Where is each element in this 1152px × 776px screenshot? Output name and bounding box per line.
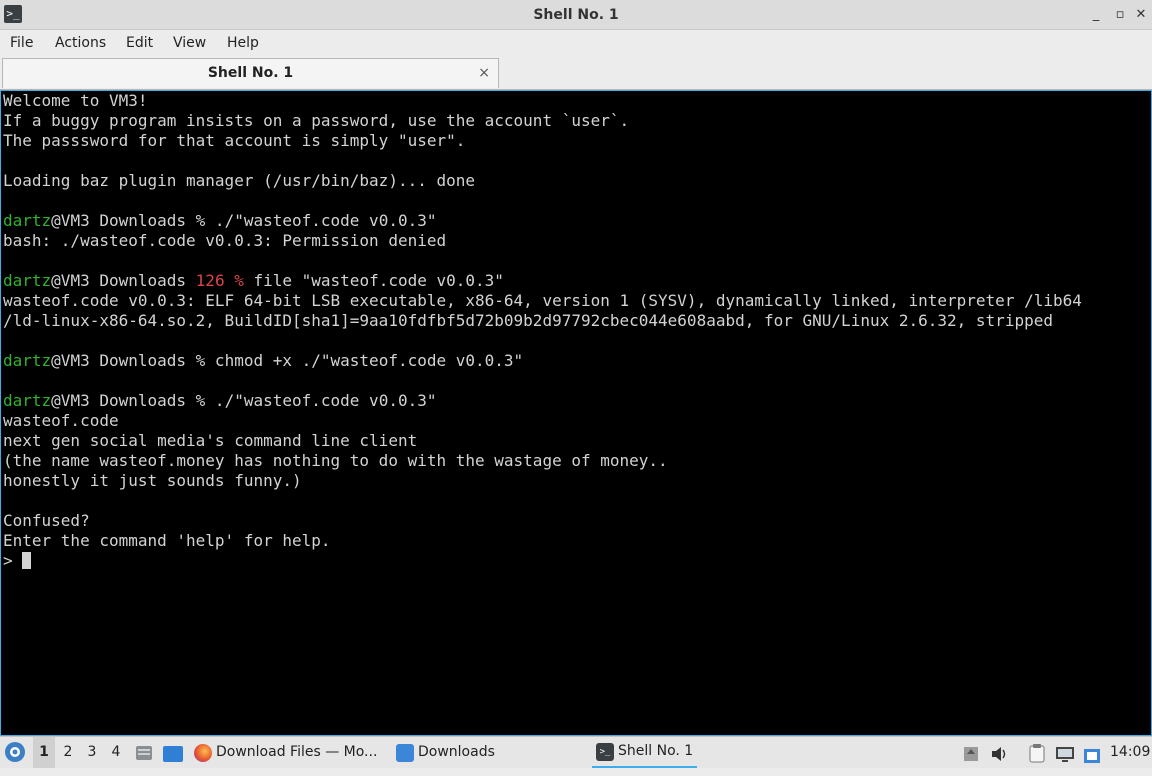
exit-code: 126 % (195, 271, 244, 290)
clipboard-icon[interactable] (1028, 743, 1046, 763)
terminal-line: wasteof.code v0.0.3: ELF 64-bit LSB exec… (1, 291, 1151, 311)
task-downloads[interactable]: Downloads (396, 737, 495, 768)
task-shell-label: Shell No. 1 (618, 743, 694, 759)
task-downloads-label: Downloads (418, 744, 495, 760)
menu-actions[interactable]: Actions (55, 30, 106, 56)
terminal-line: Confused? (1, 511, 1151, 531)
terminal-text: file "wasteof.code v0.0.3" (243, 271, 504, 290)
task-firefox-label: Download Files — Mo... (216, 744, 378, 760)
workspace-1[interactable]: 1 (33, 737, 55, 768)
volume-icon[interactable] (990, 744, 1010, 762)
terminal-line: If a buggy program insists on a password… (1, 111, 1151, 131)
menu-view[interactable]: View (173, 30, 206, 56)
terminal-line: dartz@VM3 Downloads % ./"wasteof.code v0… (1, 211, 1151, 231)
terminal-line: The passsword for that account is simply… (1, 131, 1151, 151)
terminal-line: Loading baz plugin manager (/usr/bin/baz… (1, 171, 1151, 191)
folder-icon (396, 743, 414, 762)
firefox-icon (194, 743, 212, 762)
prompt-user: dartz (3, 211, 52, 230)
minimize-button[interactable]: _ (1086, 5, 1106, 25)
terminal-line: next gen social media's command line cli… (1, 431, 1151, 451)
window-title: Shell No. 1 (533, 7, 619, 23)
menu-help[interactable]: Help (227, 30, 259, 56)
terminal-line: honestly it just sounds funny.) (1, 471, 1151, 491)
terminal-text: Loading baz plugin manager (/usr/bin/baz… (3, 171, 476, 190)
terminal-text: Confused? (3, 511, 90, 530)
taskbar: 1 2 3 4 Download Files — Mo... Downloads… (0, 736, 1152, 768)
window-titlebar[interactable]: >_ Shell No. 1 _ ▫ ✕ (0, 0, 1152, 30)
close-button[interactable]: ✕ (1131, 5, 1151, 25)
terminal-icon: >_ (596, 742, 614, 761)
menu-edit[interactable]: Edit (126, 30, 153, 56)
terminal-line: /ld-linux-x86-64.so.2, BuildID[sha1]=9aa… (1, 311, 1151, 331)
menu-bar: File Actions Edit View Help (0, 30, 1152, 56)
terminal-text: @VM3 Downloads % ./"wasteof.code v0.0.3" (51, 211, 437, 230)
terminal-text: Welcome to VM3! (3, 91, 148, 110)
workspace-4[interactable]: 4 (105, 737, 127, 768)
terminal-text: next gen social media's command line cli… (3, 431, 418, 450)
file-manager-launcher-icon[interactable] (134, 743, 154, 763)
application-menu-icon[interactable] (4, 741, 26, 763)
workspace-2[interactable]: 2 (57, 737, 79, 768)
tab-bar: Shell No. 1 × (0, 56, 1152, 90)
network-icon[interactable] (1083, 745, 1101, 763)
show-desktop-icon[interactable] (162, 744, 184, 762)
terminal-line: (the name wasteof.money has nothing to d… (1, 451, 1151, 471)
terminal-text: The passsword for that account is simply… (3, 131, 466, 150)
terminal-line: bash: ./wasteof.code v0.0.3: Permission … (1, 231, 1151, 251)
terminal-line: Welcome to VM3! (1, 91, 1151, 111)
clock[interactable]: 14:09 (1110, 737, 1150, 768)
terminal-line: dartz@VM3 Downloads % chmod +x ./"wasteo… (1, 351, 1151, 371)
terminal-text: If a buggy program insists on a password… (3, 111, 630, 130)
tray-upload-icon[interactable] (962, 744, 980, 762)
prompt-user: dartz (3, 391, 52, 410)
terminal-text: @VM3 Downloads % ./"wasteof.code v0.0.3" (51, 391, 437, 410)
terminal-text: bash: ./wasteof.code v0.0.3: Permission … (3, 231, 447, 250)
tab-title: Shell No. 1 (207, 65, 294, 81)
terminal-text: (the name wasteof.money has nothing to d… (3, 451, 668, 470)
terminal-text: wasteof.code (3, 411, 119, 430)
tab-shell[interactable]: Shell No. 1 × (2, 58, 499, 88)
terminal-line: Enter the command 'help' for help. (1, 531, 1151, 551)
task-shell[interactable]: >_ Shell No. 1 (592, 737, 698, 768)
terminal-text: @VM3 Downloads (51, 271, 196, 290)
prompt-user: dartz (3, 351, 52, 370)
terminal-text: /ld-linux-x86-64.so.2, BuildID[sha1]=9aa… (3, 311, 1053, 330)
prompt-symbol: > (3, 551, 23, 570)
prompt-line[interactable]: > (1, 551, 1151, 571)
menu-file[interactable]: File (10, 30, 33, 56)
terminal-line: dartz@VM3 Downloads 126 % file "wasteof.… (1, 271, 1151, 291)
workspace-3[interactable]: 3 (81, 737, 103, 768)
maximize-button[interactable]: ▫ (1110, 5, 1130, 25)
terminal-output[interactable]: Welcome to VM3! If a buggy program insist… (0, 90, 1152, 736)
task-firefox[interactable]: Download Files — Mo... (194, 737, 377, 768)
display-icon[interactable] (1055, 744, 1075, 762)
terminal-text: Enter the command 'help' for help. (3, 531, 331, 550)
terminal-line: wasteof.code (1, 411, 1151, 431)
terminal-text: wasteof.code v0.0.3: ELF 64-bit LSB exec… (3, 291, 1082, 310)
terminal-text: @VM3 Downloads % chmod +x ./"wasteof.cod… (51, 351, 524, 370)
terminal-text: honestly it just sounds funny.) (3, 471, 302, 490)
terminal-line: dartz@VM3 Downloads % ./"wasteof.code v0… (1, 391, 1151, 411)
text-cursor (22, 552, 32, 569)
prompt-user: dartz (3, 271, 52, 290)
tab-close-icon[interactable]: × (478, 59, 490, 87)
